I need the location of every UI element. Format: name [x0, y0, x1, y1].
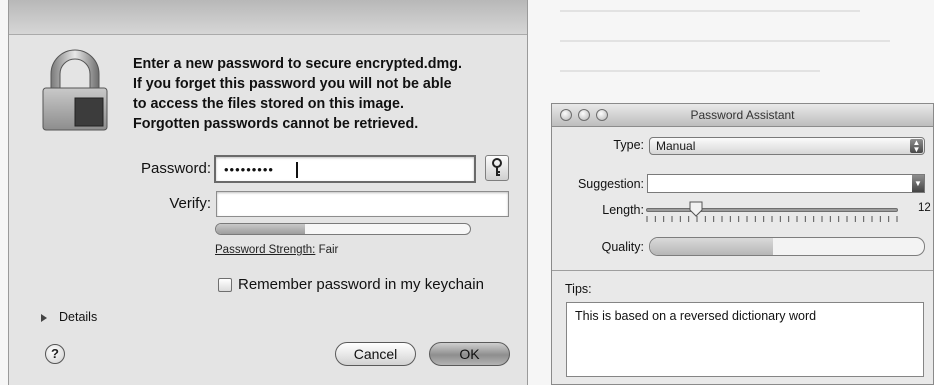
quality-meter — [649, 237, 925, 256]
slider-thumb[interactable] — [689, 201, 703, 217]
help-button[interactable]: ? — [45, 344, 65, 364]
chevron-down-icon: ▼ — [912, 175, 924, 192]
message-line: to access the files stored on this image… — [133, 96, 404, 112]
strength-text: Password Strength: Fair — [215, 244, 338, 256]
password-assistant-window: Password Assistant Type: Manual ▲ ▼ Sugge… — [551, 103, 934, 385]
screenshot: { "password_sheet": { "message_lines": [… — [0, 0, 934, 385]
separator — [552, 270, 933, 271]
password-dots: ••••••••• — [224, 162, 274, 177]
ok-button[interactable]: OK — [429, 342, 510, 366]
suggestion-combobox[interactable]: ▼ — [647, 174, 925, 193]
background-line — [560, 40, 890, 42]
quality-label: Quality: — [601, 240, 644, 254]
background-line — [560, 70, 820, 72]
window-title: Password Assistant — [690, 108, 795, 122]
suggestion-label: Suggestion: — [577, 177, 644, 191]
tips-box: This is based on a reversed dictionary w… — [566, 302, 924, 377]
length-slider[interactable] — [646, 208, 898, 212]
verify-field[interactable] — [216, 191, 509, 217]
length-label: Length: — [602, 203, 644, 217]
strength-meter — [215, 223, 471, 235]
remember-label[interactable]: Remember password in my keychain — [238, 276, 484, 293]
text-caret — [296, 162, 298, 178]
key-icon — [492, 158, 502, 176]
strength-meter-fill — [216, 224, 305, 234]
tips-text: This is based on a reversed dictionary w… — [575, 309, 817, 323]
updown-arrows-icon: ▲ ▼ — [910, 139, 923, 154]
slider-ticks — [646, 216, 898, 222]
message-line: Forgotten passwords cannot be retrieved. — [133, 116, 419, 132]
titlebar: Password Assistant — [552, 104, 933, 127]
verify-label: Verify: — [169, 195, 211, 212]
message-line: If you forget this password you will not… — [133, 76, 452, 92]
password-sheet: Enter a new password to secure encrypted… — [8, 0, 528, 385]
type-popup[interactable]: Manual ▲ ▼ — [649, 137, 925, 155]
type-label: Type: — [613, 138, 644, 152]
tips-label: Tips: — [565, 282, 592, 296]
disclosure-triangle-icon[interactable] — [41, 314, 47, 322]
message-line: Enter a new password to secure encrypted… — [133, 56, 462, 72]
password-assistant-button[interactable] — [485, 155, 509, 181]
remember-checkbox[interactable] — [218, 278, 232, 292]
details-label[interactable]: Details — [59, 310, 97, 324]
password-field[interactable]: ••••••••• — [214, 155, 476, 183]
length-value: 12 — [918, 202, 931, 214]
background-line — [560, 10, 860, 12]
password-label: Password: — [140, 160, 211, 177]
quality-meter-fill — [650, 238, 774, 255]
strength-value: Fair — [318, 244, 339, 256]
strength-label[interactable]: Password Strength: — [215, 244, 315, 256]
message-text: Enter a new password to secure encrypted… — [133, 54, 523, 134]
type-value: Manual — [656, 139, 696, 153]
sheet-titlebar — [9, 0, 527, 35]
cancel-button[interactable]: Cancel — [335, 342, 416, 366]
lock-icon — [42, 49, 108, 131]
